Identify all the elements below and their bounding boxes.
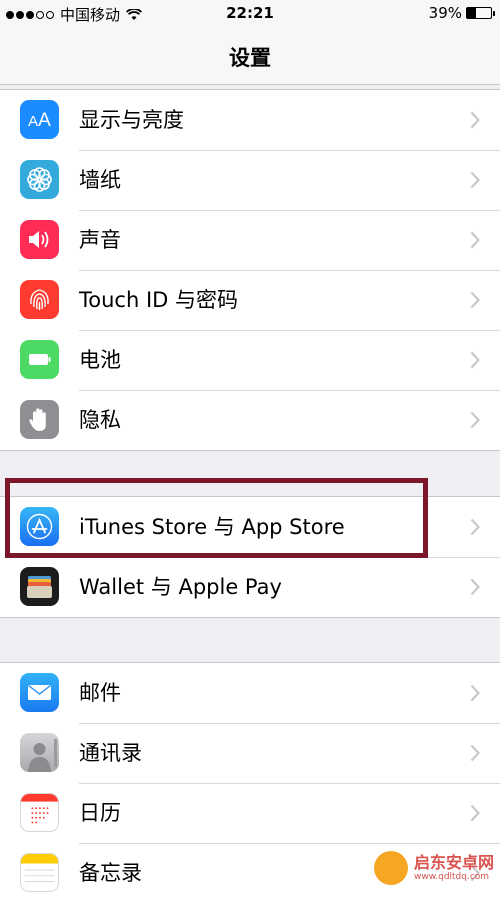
chevron-right-icon bbox=[470, 578, 480, 596]
notes-icon bbox=[20, 853, 59, 892]
battery-icon bbox=[20, 340, 59, 379]
chevron-right-icon bbox=[470, 171, 480, 189]
chevron-right-icon bbox=[470, 411, 480, 429]
row-label: 备忘录 bbox=[79, 861, 142, 885]
settings-row-mail[interactable]: 邮件 bbox=[0, 663, 500, 723]
watermark-name: 启东安卓网 bbox=[413, 852, 494, 872]
settings-row-wallpaper[interactable]: 墙纸 bbox=[0, 150, 500, 210]
fingerprint-icon bbox=[20, 280, 59, 319]
row-label: 电池 bbox=[79, 348, 121, 372]
settings-row-wallet-apple-pay[interactable]: Wallet 与 Apple Pay bbox=[0, 557, 500, 617]
clock: 22:21 bbox=[226, 4, 274, 22]
battery-status-icon bbox=[466, 7, 495, 19]
highlight-annotation-box bbox=[5, 478, 428, 558]
chevron-right-icon bbox=[470, 231, 480, 249]
settings-row-battery[interactable]: 电池 bbox=[0, 330, 500, 390]
battery-percent: 39% bbox=[428, 4, 462, 22]
contacts-icon bbox=[20, 733, 59, 772]
row-label: Touch ID 与密码 bbox=[79, 288, 238, 312]
chevron-right-icon bbox=[470, 111, 480, 129]
privacy-hand-icon bbox=[20, 400, 59, 439]
settings-row-sound[interactable]: 声音 bbox=[0, 210, 500, 270]
row-label: 墙纸 bbox=[79, 168, 121, 192]
watermark-url: www.qdltdq.com bbox=[413, 871, 490, 882]
page-title: 设置 bbox=[229, 46, 271, 70]
settings-row-touch-id[interactable]: Touch ID 与密码 bbox=[0, 270, 500, 330]
row-label: 显示与亮度 bbox=[79, 108, 184, 132]
chevron-right-icon bbox=[470, 684, 480, 702]
chevron-right-icon bbox=[470, 518, 480, 536]
row-label: 声音 bbox=[79, 228, 121, 252]
navigation-bar: 设置 bbox=[0, 28, 500, 85]
chevron-right-icon bbox=[470, 291, 480, 309]
row-label: 隐私 bbox=[79, 408, 121, 432]
row-label: Wallet 与 Apple Pay bbox=[79, 575, 282, 599]
settings-group-display: AA 显示与亮度 墙纸 声音 Touch ID 与密码 电池 隐私 bbox=[0, 89, 500, 451]
wallet-icon bbox=[20, 567, 59, 606]
svg-text:AA: AA bbox=[28, 110, 51, 131]
chevron-right-icon bbox=[470, 744, 480, 762]
chevron-right-icon bbox=[470, 351, 480, 369]
site-watermark: 启东安卓网 www.qdltdq.com bbox=[373, 851, 494, 885]
wallpaper-icon bbox=[20, 160, 59, 199]
row-label: 通讯录 bbox=[79, 741, 142, 765]
status-bar: 中国移动 22:21 39% bbox=[0, 0, 500, 28]
sound-icon bbox=[20, 220, 59, 259]
watermark-logo-icon bbox=[373, 851, 408, 885]
calendar-icon bbox=[20, 793, 59, 832]
chevron-right-icon bbox=[470, 804, 480, 822]
row-label: 日历 bbox=[79, 801, 121, 825]
display-brightness-icon: AA bbox=[20, 100, 59, 139]
row-label: 邮件 bbox=[79, 681, 121, 705]
settings-row-display-brightness[interactable]: AA 显示与亮度 bbox=[0, 90, 500, 150]
mail-icon bbox=[20, 673, 59, 712]
settings-row-privacy[interactable]: 隐私 bbox=[0, 390, 500, 450]
settings-row-contacts[interactable]: 通讯录 bbox=[0, 723, 500, 783]
settings-row-calendar[interactable]: 日历 bbox=[0, 783, 500, 843]
